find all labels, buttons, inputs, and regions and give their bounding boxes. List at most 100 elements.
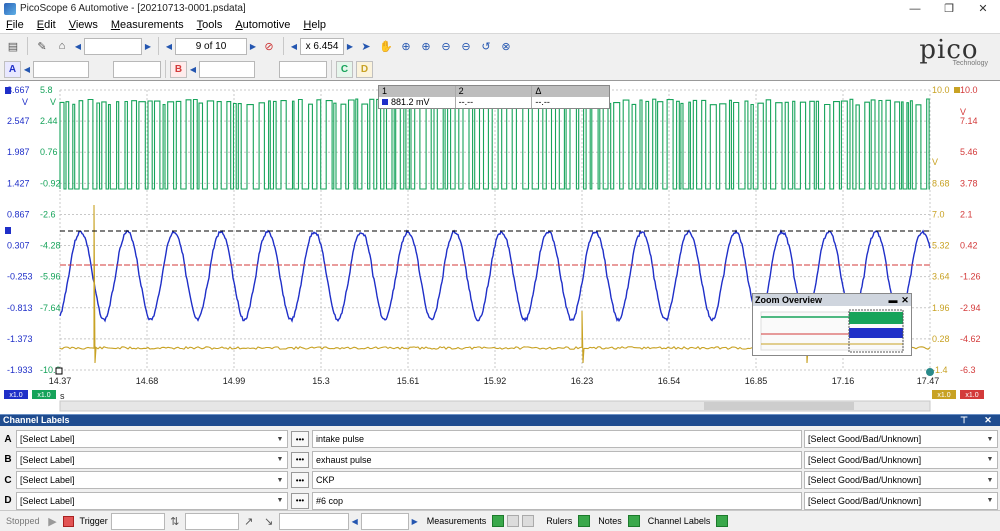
open-file-icon[interactable]: ▤ xyxy=(4,37,22,55)
delete-measurement-icon[interactable] xyxy=(522,515,535,527)
chevron-down-icon[interactable]: ▼ xyxy=(983,431,997,447)
zoom-overview-close-icon[interactable]: ✕ xyxy=(899,294,911,306)
scope-view[interactable]: 3.667 5.8 10.0 10.0 2.547 2.44 7.14 1.987 0.76 5.… xyxy=(0,80,1000,414)
label-select[interactable]: [Select Label] ▼ xyxy=(16,450,288,469)
channel-a-coupling-select[interactable] xyxy=(113,60,161,78)
minimize-button[interactable]: — xyxy=(898,0,932,17)
trigger-channel-icon[interactable]: ⇅ xyxy=(166,512,184,530)
ruler-legend[interactable]: 1 2 Δ 881.2 mV --.-- --.-- xyxy=(378,85,610,109)
notes-label[interactable]: Notes xyxy=(598,516,622,526)
pretrigger-field[interactable] xyxy=(360,512,409,530)
falling-edge-icon[interactable]: ↘ xyxy=(260,512,278,530)
label-select[interactable]: [Select Label] ▼ xyxy=(16,471,288,489)
channel-a-prev-icon[interactable]: ◀ xyxy=(21,61,33,78)
zoom-overview-graph[interactable] xyxy=(753,306,911,355)
zoom-out-icon[interactable]: ⊖ xyxy=(437,37,455,55)
label-text-field[interactable]: exhaust pulse xyxy=(312,450,802,469)
label-text-field[interactable]: CKP xyxy=(312,471,802,489)
hand-tool-icon[interactable]: ✋ xyxy=(377,37,395,55)
scope-graph[interactable]: 3.667 5.8 10.0 10.02.547 2.44 7.141.987 0.76 5.… xyxy=(0,81,1000,415)
channel-b-button[interactable]: B xyxy=(170,60,187,78)
rulers-icon[interactable] xyxy=(578,515,591,527)
chevron-down-icon[interactable]: ▼ xyxy=(983,472,997,488)
chevron-down-icon[interactable]: ▼ xyxy=(273,493,287,509)
undo-zoom-icon[interactable]: ↺ xyxy=(477,37,495,55)
pin-icon[interactable]: ⊤ xyxy=(952,415,976,426)
quality-select[interactable]: [Select Good/Bad/Unknown] ▼ xyxy=(804,471,998,489)
maximize-button[interactable]: ❐ xyxy=(932,0,966,17)
status-state: Stopped xyxy=(6,516,40,526)
buffer-prev-icon[interactable]: ◀ xyxy=(163,38,175,55)
pointer-tool-icon[interactable]: ➤ xyxy=(357,37,375,55)
menu-tools[interactable]: Tools xyxy=(197,19,223,31)
panel-close-icon[interactable]: ✕ xyxy=(976,415,1000,426)
trigger-mode-select[interactable] xyxy=(110,512,165,530)
close-button[interactable]: ✕ xyxy=(966,0,1000,17)
channel-label-row: D [Select Label] ▼ ••• #6 cop [Select Good/Ba… xyxy=(0,491,1000,511)
timebase-select[interactable] xyxy=(84,37,142,55)
prev-arrow-icon[interactable]: ◀ xyxy=(72,38,84,55)
channel-b-range-select[interactable] xyxy=(199,60,255,78)
chevron-down-icon[interactable]: ▼ xyxy=(273,472,287,488)
chevron-down-icon[interactable]: ▼ xyxy=(983,452,997,468)
channel-b-prev-icon[interactable]: ◀ xyxy=(187,61,199,78)
stop-icon[interactable] xyxy=(62,515,74,527)
rising-edge-icon[interactable]: ↗ xyxy=(240,512,258,530)
zoom-next-icon[interactable]: ▶ xyxy=(344,38,356,55)
zoom-prev-icon[interactable]: ◀ xyxy=(288,38,300,55)
zoom-factor-field[interactable]: x 6.454 xyxy=(300,37,344,55)
quality-select[interactable]: [Select Good/Bad/Unknown] ▼ xyxy=(804,450,998,469)
buffer-next-icon[interactable]: ▶ xyxy=(247,38,259,55)
edit-label-button[interactable]: ••• xyxy=(291,451,309,468)
edit-measurement-icon[interactable] xyxy=(507,515,520,527)
trigger-source-select[interactable] xyxy=(184,512,239,530)
scrollbar-thumb[interactable] xyxy=(704,402,854,410)
channel-c-button[interactable]: C xyxy=(336,60,353,78)
menu-file[interactable]: File xyxy=(6,19,24,31)
home-icon[interactable]: ⌂ xyxy=(53,37,71,55)
label-text-field[interactable]: intake pulse xyxy=(312,430,802,448)
zoom-overview-minimize-icon[interactable]: ▬ xyxy=(887,294,899,306)
chevron-down-icon[interactable]: ▼ xyxy=(273,452,287,468)
channel-a-button[interactable]: A xyxy=(4,60,21,78)
zoom-fit-icon[interactable]: ⊗ xyxy=(497,37,515,55)
label-select[interactable]: [Select Label] ▼ xyxy=(16,491,288,510)
ruler-handle[interactable] xyxy=(5,227,11,234)
edit-label-button[interactable]: ••• xyxy=(291,472,309,488)
channel-labels-label[interactable]: Channel Labels xyxy=(648,516,711,526)
menu-edit[interactable]: Edit xyxy=(37,19,56,31)
zoom-in-icon[interactable]: ⊕ xyxy=(397,37,415,55)
pretrigger-prev-icon[interactable]: ◀ xyxy=(349,513,361,530)
measurements-label[interactable]: Measurements xyxy=(427,516,487,526)
add-measurement-icon[interactable] xyxy=(492,515,505,527)
notes-icon[interactable] xyxy=(627,515,640,527)
menu-help[interactable]: Help xyxy=(303,19,326,31)
chevron-down-icon[interactable]: ▼ xyxy=(983,493,997,509)
quality-select[interactable]: [Select Good/Bad/Unknown] ▼ xyxy=(804,491,998,510)
channel-a-range-select[interactable] xyxy=(33,60,89,78)
zoom-out-x-icon[interactable]: ⊖ xyxy=(457,37,475,55)
label-text-field[interactable]: #6 cop xyxy=(312,491,802,510)
time-ruler-handle[interactable] xyxy=(926,368,934,376)
run-icon[interactable]: ▶ xyxy=(44,512,62,530)
label-select[interactable]: [Select Label] ▼ xyxy=(16,430,288,448)
edit-label-button[interactable]: ••• xyxy=(291,431,309,447)
menu-views[interactable]: Views xyxy=(69,19,98,31)
zoom-overview-window[interactable]: Zoom Overview ▬ ✕ xyxy=(752,293,912,356)
quality-select[interactable]: [Select Good/Bad/Unknown] ▼ xyxy=(804,430,998,448)
buffer-position-field[interactable]: 9 of 10 xyxy=(175,37,247,55)
edit-label-button[interactable]: ••• xyxy=(291,492,309,509)
menu-measurements[interactable]: Measurements xyxy=(111,19,184,31)
probe-icon[interactable]: ✎ xyxy=(33,37,51,55)
channel-d-button[interactable]: D xyxy=(356,60,373,78)
menu-automotive[interactable]: Automotive xyxy=(235,19,290,31)
trigger-level-field[interactable] xyxy=(278,512,349,530)
buffer-navigator-icon[interactable]: ⊘ xyxy=(260,37,278,55)
chevron-down-icon[interactable]: ▼ xyxy=(273,431,287,447)
channel-b-coupling-select[interactable] xyxy=(279,60,327,78)
next-arrow-icon[interactable]: ▶ xyxy=(142,38,154,55)
zoom-in-x-icon[interactable]: ⊕ xyxy=(417,37,435,55)
pretrigger-next-icon[interactable]: ▶ xyxy=(409,513,421,530)
channel-labels-icon[interactable] xyxy=(716,515,729,527)
rulers-label[interactable]: Rulers xyxy=(546,516,572,526)
